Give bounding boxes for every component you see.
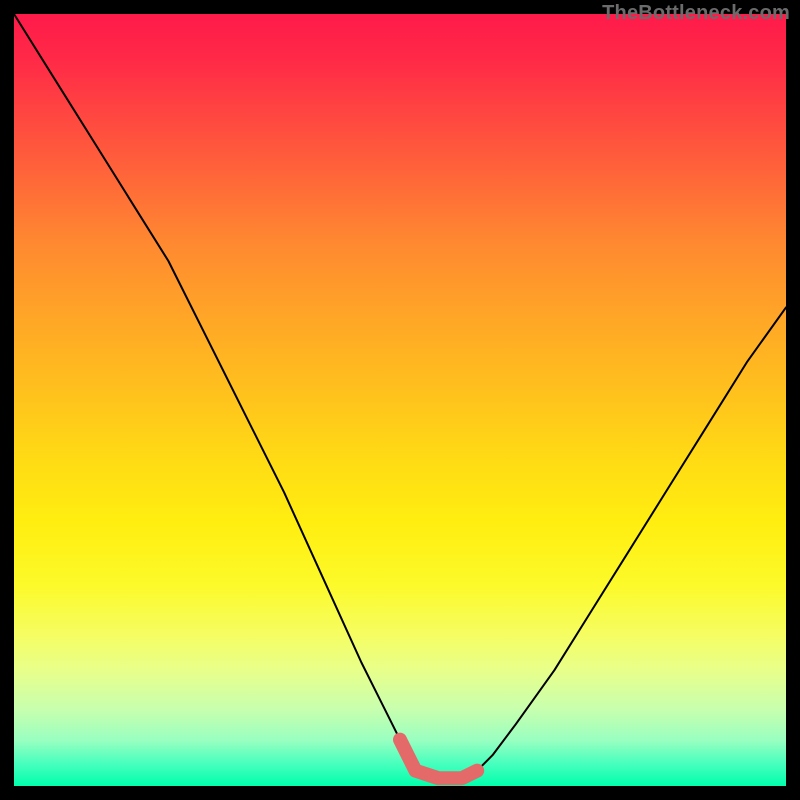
bottleneck-curve <box>14 14 786 778</box>
minimum-highlight-segment <box>400 740 477 779</box>
bottleneck-chart <box>14 14 786 786</box>
